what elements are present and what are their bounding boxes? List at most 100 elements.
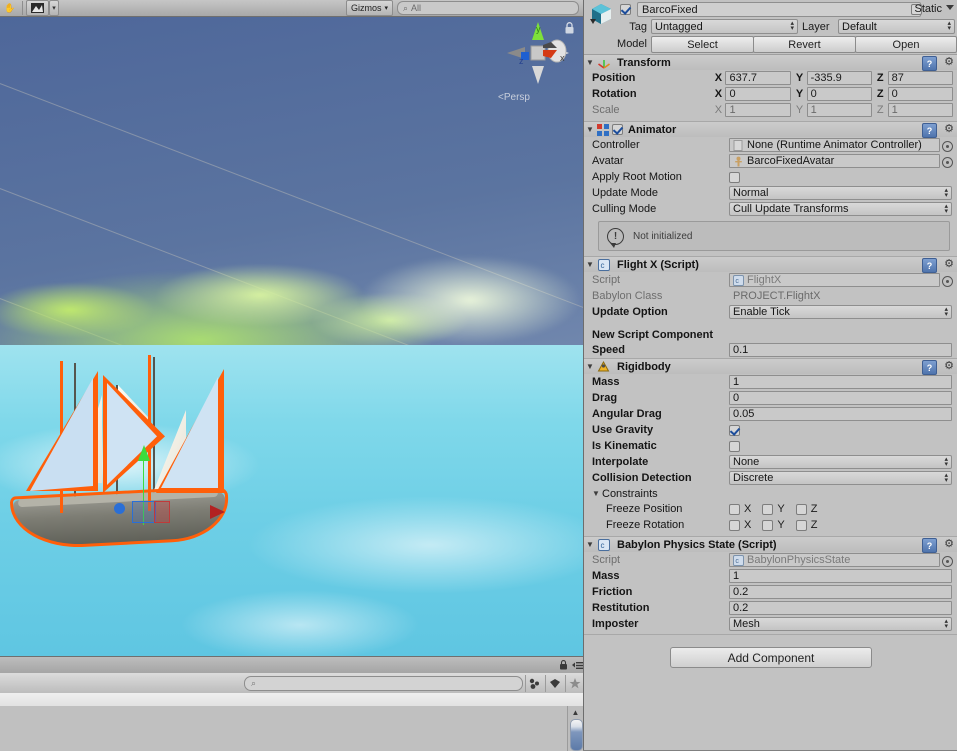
scene-search-input[interactable]: ⌕ All <box>397 1 579 15</box>
rotation-y-input[interactable]: 0 <box>806 87 872 101</box>
scene-ship-object[interactable] <box>8 355 248 551</box>
gizmo-z-handle[interactable] <box>114 503 125 514</box>
transform-header[interactable]: ▼ Transform ? ⚙ <box>584 55 957 71</box>
culling-mode-dropdown[interactable]: Cull Update Transforms ▴ ▾ <box>729 202 952 216</box>
project-scrollbar[interactable]: ▲ <box>567 706 583 751</box>
rotation-z-input[interactable]: 0 <box>887 87 954 101</box>
lock-icon[interactable] <box>559 659 568 671</box>
mass-input[interactable]: 1 <box>729 375 952 389</box>
speed-input[interactable]: 0.1 <box>729 343 952 357</box>
project-tab-bar[interactable] <box>0 657 587 674</box>
rotation-x-input[interactable]: 0 <box>725 87 791 101</box>
gizmo-x-plane[interactable] <box>154 501 170 523</box>
scene-projection-label[interactable]: <Persp <box>498 92 530 103</box>
draw-mode-button[interactable] <box>26 0 50 16</box>
model-open-button[interactable]: Open <box>855 36 957 53</box>
scene-orientation-gizmo[interactable]: y x z <box>505 20 571 86</box>
foldout-arrow-icon[interactable]: ▼ <box>584 540 596 549</box>
constraints-foldout[interactable]: ▼ Constraints <box>584 486 957 501</box>
object-picker-icon[interactable] <box>942 141 953 152</box>
gear-icon[interactable]: ⚙ <box>944 360 954 373</box>
collision-detection-dropdown[interactable]: Discrete ▴ ▾ <box>729 471 952 485</box>
scroll-up-icon[interactable]: ▲ <box>570 707 581 717</box>
help-icon[interactable]: ? <box>922 123 937 138</box>
gear-icon[interactable]: ⚙ <box>944 56 954 69</box>
project-search-input[interactable]: ⌕ <box>244 675 523 691</box>
help-icon[interactable]: ? <box>922 258 937 273</box>
position-x-input[interactable]: 637.7 <box>725 71 791 85</box>
draw-mode-dropdown[interactable]: ▾ <box>49 0 59 16</box>
animator-enabled-checkbox[interactable] <box>612 124 623 135</box>
lock-icon[interactable] <box>564 22 575 35</box>
animator-header[interactable]: ▼ Animator ? ⚙ <box>584 122 957 138</box>
apply-root-motion-checkbox[interactable] <box>729 171 740 183</box>
gizmo-y-axis[interactable] <box>138 445 150 461</box>
is-kinematic-checkbox[interactable] <box>729 440 740 452</box>
filter-by-label-icon[interactable] <box>545 674 563 692</box>
rigidbody-header[interactable]: ▼ Rigidbody ? ⚙ <box>584 359 957 375</box>
project-browser-panel[interactable]: ⌕ ▲ <box>0 656 587 751</box>
gizmo-plane-handle[interactable] <box>132 501 156 523</box>
position-y-input[interactable]: -335.9 <box>806 71 872 85</box>
freeze-rotation-z-checkbox[interactable] <box>795 519 807 531</box>
object-enabled-checkbox[interactable] <box>620 4 631 15</box>
object-picker-icon[interactable] <box>942 556 953 567</box>
gear-icon[interactable]: ⚙ <box>944 123 954 136</box>
inspector-panel[interactable]: BarcoFixed Static Tag Untagged ▴ ▾ Layer … <box>583 0 957 750</box>
scale-y-input[interactable]: 1 <box>806 103 872 117</box>
foldout-arrow-icon[interactable]: ▼ <box>584 260 596 269</box>
gear-icon[interactable]: ⚙ <box>944 258 954 271</box>
object-picker-icon[interactable] <box>942 276 953 287</box>
scene-view-toolbar[interactable]: ✋ ▾ Gizmos ▾ ⌕ All <box>0 0 583 17</box>
scene-view-panel[interactable]: y x z <Persp ✋ ▾ Gizmos ▾ ⌕ All <box>0 0 583 656</box>
babylon-physics-state-header[interactable]: ▼ c Babylon Physics State (Script) ? ⚙ <box>584 537 957 553</box>
bps-mass-input[interactable]: 1 <box>729 569 952 583</box>
gear-icon[interactable]: ⚙ <box>944 538 954 551</box>
favorites-icon[interactable] <box>565 674 583 692</box>
bps-imposter-dropdown[interactable]: Mesh ▴ ▾ <box>729 617 952 631</box>
freeze-position-y-checkbox[interactable] <box>762 503 774 515</box>
controller-object-field[interactable]: None (Runtime Animator Controller) <box>729 138 953 152</box>
add-component-button[interactable]: Add Component <box>670 647 872 668</box>
interpolate-dropdown[interactable]: None ▴ ▾ <box>729 455 952 469</box>
panel-menu-icon[interactable] <box>572 661 583 670</box>
freeze-rotation-x-checkbox[interactable] <box>729 519 740 531</box>
object-picker-icon[interactable] <box>942 157 953 168</box>
position-z-input[interactable]: 87 <box>887 71 954 85</box>
update-mode-dropdown[interactable]: Normal ▴ ▾ <box>729 186 952 200</box>
freeze-rotation-y-checkbox[interactable] <box>762 519 774 531</box>
tag-dropdown[interactable]: Untagged ▴ ▾ <box>651 19 798 34</box>
gizmos-dropdown-button[interactable]: Gizmos ▾ <box>345 0 393 16</box>
angular-drag-input[interactable]: 0.05 <box>729 407 952 421</box>
object-name-input[interactable]: BarcoFixed <box>637 2 921 17</box>
help-icon[interactable]: ? <box>922 360 937 375</box>
use-gravity-checkbox[interactable] <box>729 424 740 436</box>
hand-tool-button[interactable]: ✋ <box>0 1 19 15</box>
foldout-arrow-icon[interactable]: ▼ <box>584 58 596 67</box>
drag-input[interactable]: 0 <box>729 391 952 405</box>
bps-script-object-field[interactable]: c BabylonPhysicsState <box>729 553 953 567</box>
transform-gizmo[interactable] <box>114 445 225 525</box>
static-dropdown-arrow[interactable] <box>946 5 954 10</box>
foldout-arrow-icon[interactable]: ▼ <box>584 362 596 371</box>
update-option-dropdown[interactable]: Enable Tick ▴ ▾ <box>729 305 952 319</box>
scale-x-input[interactable]: 1 <box>725 103 791 117</box>
help-icon[interactable]: ? <box>922 56 937 71</box>
gizmo-x-axis[interactable] <box>210 505 225 519</box>
script-object-field[interactable]: c FlightX <box>729 273 953 287</box>
avatar-object-field[interactable]: BarcoFixedAvatar <box>729 154 953 168</box>
filter-by-type-icon[interactable] <box>525 674 543 692</box>
flight-x-header[interactable]: ▼ c Flight X (Script) ? ⚙ <box>584 257 957 273</box>
project-scrollbar-thumb[interactable] <box>570 719 583 751</box>
bps-restitution-input[interactable]: 0.2 <box>729 601 952 615</box>
foldout-arrow-icon[interactable]: ▼ <box>590 489 602 498</box>
freeze-position-z-checkbox[interactable] <box>795 503 807 515</box>
project-toolbar[interactable]: ⌕ <box>0 673 583 694</box>
project-content-area[interactable] <box>0 706 583 751</box>
model-select-button[interactable]: Select <box>651 36 754 53</box>
model-revert-button[interactable]: Revert <box>753 36 856 53</box>
bps-friction-input[interactable]: 0.2 <box>729 585 952 599</box>
layer-dropdown[interactable]: Default ▴ ▾ <box>838 19 955 34</box>
foldout-arrow-icon[interactable]: ▼ <box>584 125 596 134</box>
freeze-position-x-checkbox[interactable] <box>729 503 740 515</box>
